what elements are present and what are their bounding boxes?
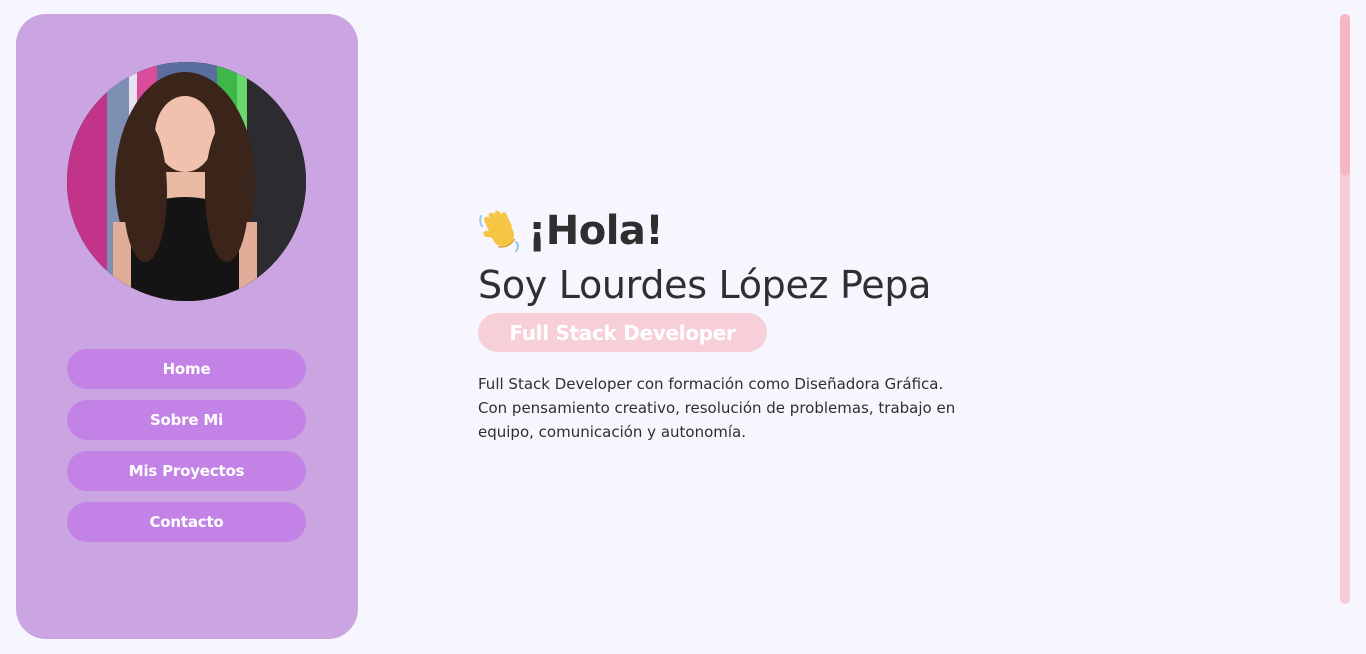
nav-home-button[interactable]: Home	[67, 349, 306, 389]
avatar-photo	[67, 62, 306, 301]
nav-sobre-mi-button[interactable]: Sobre Mi	[67, 400, 306, 440]
sidebar-nav: Home Sobre Mi Mis Proyectos Contacto	[67, 349, 306, 553]
hero-section: ¡Hola! Soy Lourdes López Pepa Full Stack…	[478, 205, 998, 459]
nav-contacto-button[interactable]: Contacto	[67, 502, 306, 542]
name-heading: Soy Lourdes López Pepa	[478, 263, 932, 307]
scrollbar-thumb[interactable]	[1340, 14, 1350, 176]
scrollbar-track[interactable]	[1340, 14, 1350, 604]
bio-text: Full Stack Developer con formación como …	[478, 375, 956, 441]
role-badge: Full Stack Developer	[478, 313, 767, 352]
waving-hand-icon	[478, 208, 524, 254]
nav-mis-proyectos-button[interactable]: Mis Proyectos	[67, 451, 306, 491]
sidebar: Home Sobre Mi Mis Proyectos Contacto	[16, 14, 358, 639]
greeting-text: ¡Hola!	[528, 208, 664, 254]
portfolio-page: Home Sobre Mi Mis Proyectos Contacto ¡Ho…	[0, 0, 1366, 654]
greeting-heading: ¡Hola!	[478, 205, 998, 257]
avatar	[67, 62, 306, 301]
